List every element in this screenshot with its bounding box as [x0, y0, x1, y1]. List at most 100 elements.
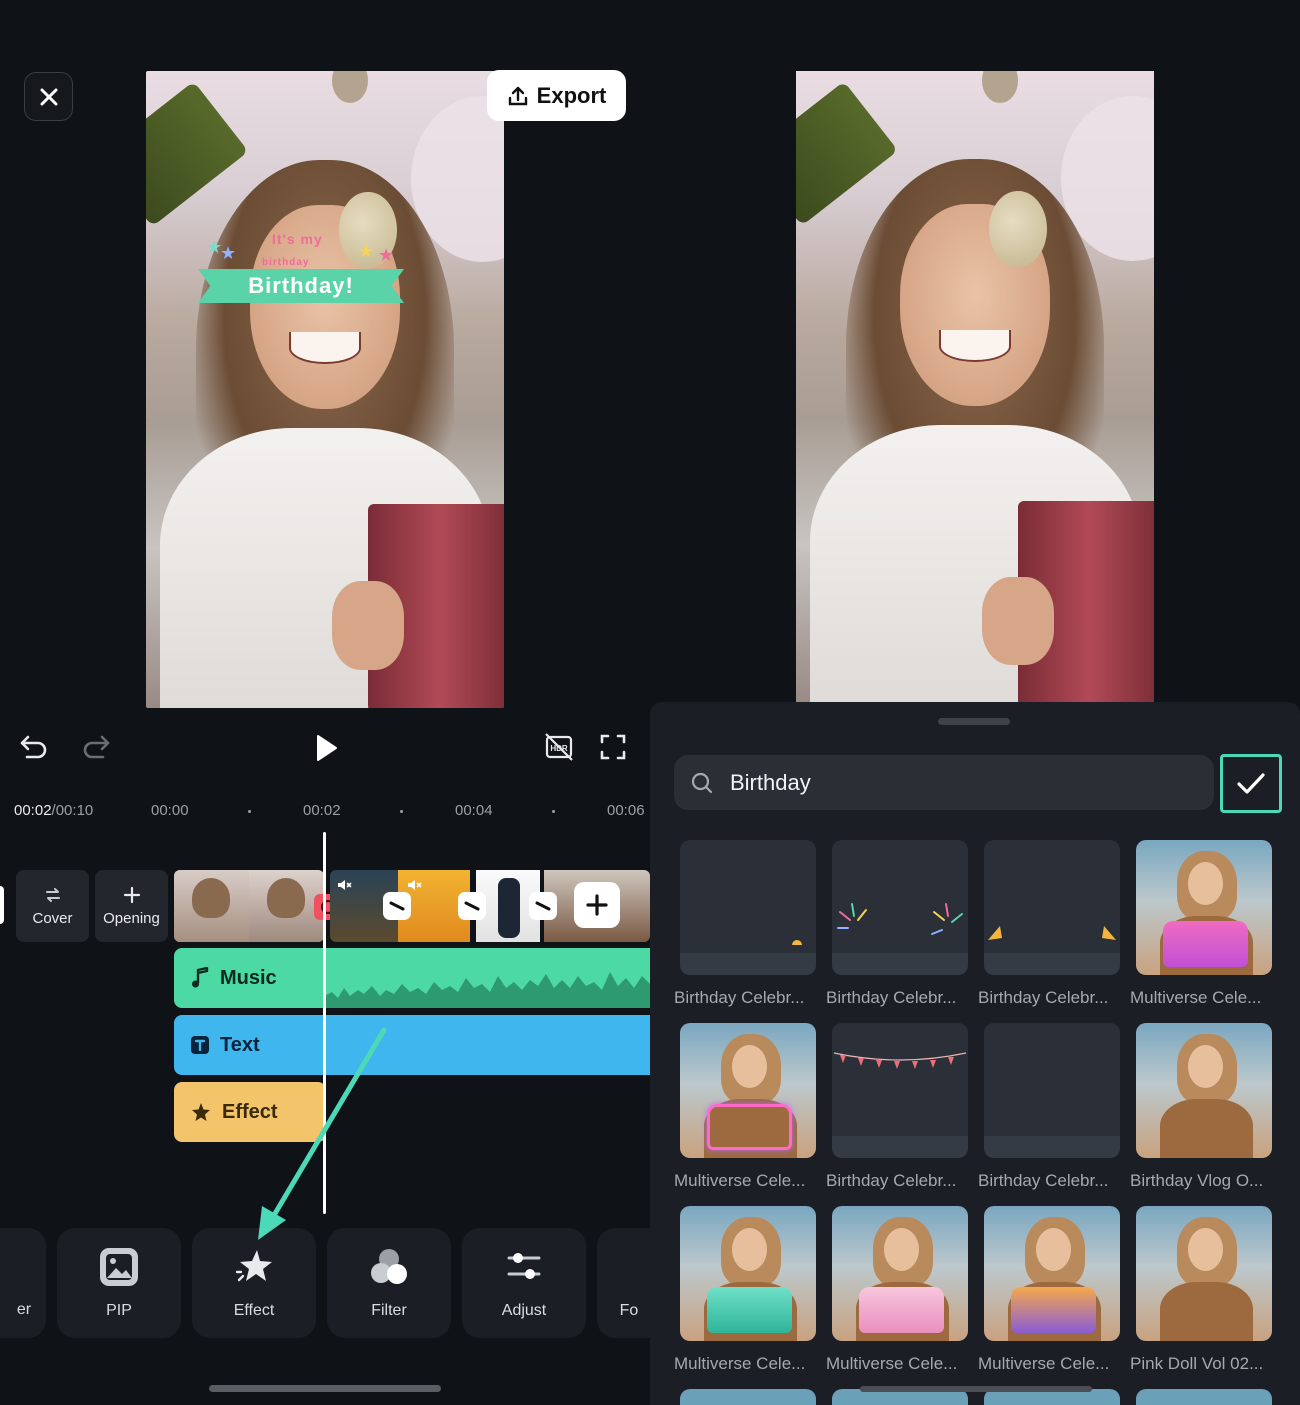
effect-card[interactable] — [832, 1023, 968, 1158]
cover-button[interactable]: Cover — [16, 870, 89, 942]
effect-card-label: Birthday Celebr... — [826, 1171, 957, 1190]
video-preview[interactable]: ★ ★ ★ ★ It's my birthday Birthday! — [146, 71, 504, 708]
undo-button[interactable] — [16, 728, 52, 764]
editor-panel: ★ ★ ★ ★ It's my birthday Birthday! Expor… — [0, 0, 650, 1405]
effect-card-label: Birthday Celebr... — [674, 988, 805, 1007]
timecode: 00:02/00:10 — [14, 802, 93, 819]
text-lane[interactable]: Text — [174, 1015, 650, 1075]
search-icon — [691, 772, 713, 793]
toolbar-item-filter[interactable]: Filter — [327, 1228, 451, 1338]
undo-icon — [20, 735, 47, 759]
effect-card[interactable] — [1136, 840, 1272, 975]
transition-button[interactable] — [529, 892, 557, 920]
effect-card[interactable] — [1136, 1023, 1272, 1158]
ruler-tick: 00:00 — [151, 802, 189, 819]
transition-button[interactable] — [383, 892, 411, 920]
effect-card[interactable] — [984, 1206, 1120, 1341]
effect-card-label: Birthday Celebr... — [978, 988, 1109, 1007]
swap-icon — [45, 887, 60, 902]
export-button[interactable]: Export — [487, 70, 626, 121]
toolbar-label: Fo — [619, 1302, 639, 1319]
music-lane[interactable]: Music — [174, 948, 650, 1008]
star-icon: ★ — [220, 243, 237, 263]
transition-button[interactable] — [458, 892, 486, 920]
close-button[interactable] — [24, 72, 73, 121]
upload-icon — [508, 86, 527, 105]
effects-search-input[interactable] — [730, 769, 1170, 796]
toolbar-label: er — [16, 1301, 32, 1318]
confirm-button[interactable] — [1220, 754, 1282, 813]
music-note-icon — [192, 967, 209, 988]
effect-card[interactable] — [1136, 1206, 1272, 1341]
partial-icon — [638, 1246, 650, 1288]
mute-icon — [336, 878, 352, 897]
plus-icon — [123, 886, 140, 903]
effect-card[interactable] — [832, 1206, 968, 1341]
effect-card-label: Birthday Celebr... — [826, 988, 957, 1007]
star-icon: ★ — [378, 245, 395, 265]
toolbar-label: Adjust — [501, 1302, 547, 1319]
effect-card[interactable] — [984, 1023, 1120, 1158]
effect-card[interactable] — [984, 840, 1120, 975]
opening-label: Opening — [103, 909, 160, 927]
effect-card[interactable] — [680, 1389, 816, 1405]
toolbar-item-partial-right[interactable]: Fo — [597, 1228, 650, 1338]
filter-icon — [371, 1249, 407, 1284]
birthday-text-sticker[interactable]: ★ ★ ★ ★ It's my birthday Birthday! — [198, 231, 404, 311]
effects-search-bar[interactable] — [674, 755, 1214, 810]
effect-card[interactable] — [680, 1023, 816, 1158]
ruler-tick: 00:06 — [607, 802, 645, 819]
audio-waveform — [324, 972, 650, 1008]
playback-controls: HDR — [0, 718, 650, 778]
effect-card[interactable] — [832, 840, 968, 975]
star-icon: ★ — [358, 241, 375, 261]
effect-card-label: Multiverse Cele... — [674, 1354, 806, 1373]
redo-button[interactable] — [78, 728, 114, 764]
transition-slash-icon — [464, 901, 480, 911]
sticker-main-text: Birthday! — [248, 273, 354, 298]
timecode-total: /00:10 — [51, 802, 94, 819]
play-button[interactable] — [308, 728, 344, 768]
effect-card[interactable] — [680, 1206, 816, 1341]
music-lane-label: Music — [220, 966, 277, 989]
sheet-drag-handle[interactable] — [938, 718, 1010, 725]
effect-card-label: Birthday Vlog O... — [1130, 1171, 1264, 1190]
hdr-off-button[interactable]: HDR — [540, 728, 578, 766]
video-clip[interactable] — [174, 870, 324, 942]
cover-label: Cover — [32, 909, 73, 927]
effect-star-icon — [192, 1103, 210, 1121]
playhead[interactable] — [323, 832, 326, 1214]
sticker-line2: birthday — [262, 257, 310, 268]
effect-card-label: Multiverse Cele... — [674, 1171, 806, 1190]
toolbar-item-effect[interactable]: Effect — [192, 1228, 316, 1338]
hdr-off-icon: HDR — [545, 733, 573, 761]
toolbar-item-partial-left[interactable]: er — [0, 1228, 46, 1338]
transition-slash-icon — [535, 901, 551, 911]
toolbar-label: PIP — [106, 1302, 132, 1319]
effect-lane-label: Effect — [222, 1100, 278, 1123]
effect-card-label: Multiverse Cele... — [826, 1354, 958, 1373]
bottom-toolbar: er PIP Effect Filter Adjust Fo — [0, 1228, 650, 1340]
checkmark-icon — [1237, 772, 1265, 794]
sticker-line1: It's my — [272, 231, 323, 247]
track-edge-handle[interactable] — [0, 886, 4, 924]
home-indicator — [209, 1385, 441, 1392]
close-icon — [40, 88, 57, 105]
toolbar-item-adjust[interactable]: Adjust — [462, 1228, 586, 1338]
timecode-current: 00:02 — [14, 802, 52, 819]
effects-sheet: Birthday Celebr... Birthday Celebr... Bi… — [650, 702, 1300, 1405]
opening-button[interactable]: Opening — [95, 870, 168, 942]
text-icon — [191, 1036, 209, 1054]
video-preview-clean[interactable] — [796, 71, 1154, 703]
effect-card-label: Multiverse Cele... — [1130, 988, 1262, 1007]
toolbar-item-pip[interactable]: PIP — [57, 1228, 181, 1338]
effect-lane[interactable]: Effect — [174, 1082, 326, 1142]
preview-photo — [796, 71, 1154, 703]
effect-card[interactable] — [1136, 1389, 1272, 1405]
effect-card[interactable] — [680, 840, 816, 975]
timeline-ruler[interactable]: 00:02/00:10 00:00 00:02 00:04 00:06 — [0, 792, 650, 830]
fullscreen-button[interactable] — [596, 730, 630, 764]
effects-panel: Birthday Celebr... Birthday Celebr... Bi… — [650, 0, 1300, 1405]
add-clip-button[interactable] — [574, 882, 620, 928]
preview-photo — [146, 71, 504, 708]
